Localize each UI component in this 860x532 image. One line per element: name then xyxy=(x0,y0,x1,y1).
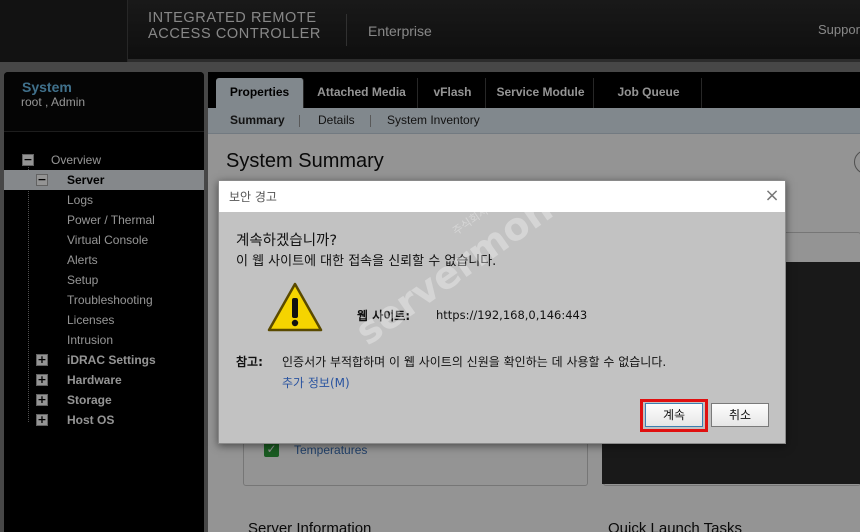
note-text: 인증서가 부적합하며 이 웹 사이트의 신원을 확인하는 데 사용할 수 없습니… xyxy=(282,355,667,369)
security-warning-dialog: 보안 경고 × 계속하겠습니까? 이 웹 사이트에 대한 접속을 신뢰할 수 없… xyxy=(218,180,786,444)
warning-icon xyxy=(267,282,323,332)
dialog-heading: 계속하겠습니까? xyxy=(236,233,338,249)
dialog-titlebar: 보안 경고 × xyxy=(219,181,785,212)
more-info-link[interactable]: 추가 정보(M) xyxy=(282,374,350,391)
website-label: 웹 사이트: xyxy=(357,309,411,323)
note-label: 참고: xyxy=(236,355,263,369)
website-value: https://192,168,0,146:443 xyxy=(436,308,588,322)
continue-button[interactable]: 계속 xyxy=(645,403,703,427)
close-icon[interactable]: × xyxy=(763,185,781,207)
dialog-title: 보안 경고 xyxy=(229,190,277,204)
cancel-button[interactable]: 취소 xyxy=(711,403,769,427)
dialog-description: 이 웹 사이트에 대한 접속을 신뢰할 수 없습니다. xyxy=(236,254,497,269)
